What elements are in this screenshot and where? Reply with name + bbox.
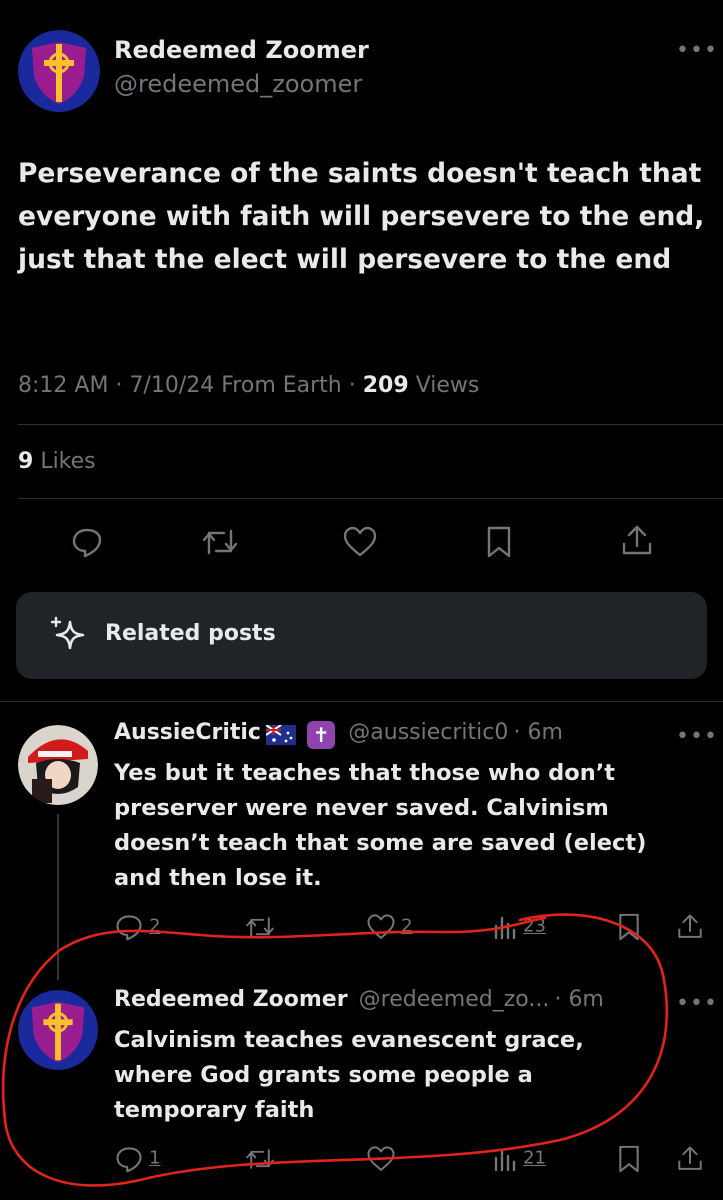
views-bar-icon — [494, 916, 516, 940]
reply-bookmark-button[interactable] — [616, 912, 642, 946]
divider — [18, 498, 723, 499]
thread-line — [57, 814, 59, 980]
retweet-icon — [246, 917, 274, 937]
views-count: 21 — [523, 1147, 546, 1169]
views-count: 209 — [362, 373, 409, 398]
divider — [0, 701, 723, 702]
tweet-date: 7/10/24 — [129, 373, 215, 398]
likes-count: 9 — [18, 449, 34, 474]
reply-avatar[interactable] — [18, 990, 98, 1070]
views-label: Views — [415, 373, 480, 398]
reply-time[interactable]: 6m — [527, 720, 562, 745]
retweet-icon — [246, 1149, 274, 1169]
reply-author-handle[interactable]: @redeemed_zo... — [359, 987, 550, 1012]
like-count: 2 — [401, 915, 413, 937]
related-posts-card[interactable]: Related posts — [16, 592, 707, 679]
anime-avatar-icon — [18, 725, 98, 805]
divider — [18, 424, 723, 425]
author-name[interactable]: Redeemed Zoomer — [114, 36, 369, 64]
reply-like-button[interactable] — [366, 1144, 396, 1178]
cross-shield-icon — [18, 990, 98, 1070]
reply-retweet-button[interactable] — [244, 912, 276, 946]
bookmark-icon — [619, 1145, 639, 1173]
author-avatar[interactable] — [18, 30, 100, 112]
tweet-time: 8:12 AM — [18, 373, 109, 398]
tweet-text: Perseverance of the saints doesn't teach… — [18, 158, 705, 275]
views-bar-icon — [494, 1148, 516, 1172]
bookmark-icon[interactable] — [484, 525, 514, 559]
reply-author-handle[interactable]: @aussiecritic0 — [348, 720, 508, 745]
reply-bookmark-button[interactable] — [616, 1144, 642, 1178]
reply-time[interactable]: 6m — [568, 987, 603, 1012]
reply-icon[interactable] — [70, 525, 104, 559]
reply-count: 1 — [149, 1147, 161, 1169]
reply-reply-button[interactable]: 1 — [114, 1144, 161, 1174]
australia-flag-icon — [266, 724, 297, 745]
likes-label: Likes — [40, 449, 96, 474]
reply-share-button[interactable] — [676, 912, 704, 946]
reply-count: 2 — [149, 915, 161, 937]
reply-author-name[interactable]: AussieCritic — [114, 720, 261, 745]
reply-icon — [116, 1147, 142, 1173]
latin-cross-icon: ✝ — [307, 720, 336, 749]
tweet-meta: 8:12 AM · 7/10/24 From Earth · 209 Views — [18, 373, 480, 398]
ellipsis-icon[interactable]: ••• — [676, 724, 718, 749]
likes-link[interactable]: 9 Likes — [18, 449, 96, 474]
bookmark-icon — [619, 913, 639, 941]
share-icon — [678, 914, 702, 938]
tweet-source: From Earth — [221, 373, 342, 398]
reply-text: Calvinism teaches evanescent grace, wher… — [114, 1027, 584, 1123]
reply-icon — [116, 915, 142, 941]
like-icon — [367, 1146, 395, 1171]
reply-retweet-button[interactable] — [244, 1144, 276, 1178]
reply-views-button[interactable]: 23 — [492, 912, 546, 942]
related-posts-label: Related posts — [105, 621, 276, 646]
ellipsis-icon[interactable]: ••• — [676, 991, 718, 1016]
sparkle-icon — [50, 616, 85, 650]
reply-views-button[interactable]: 21 — [492, 1144, 546, 1174]
reply-author-name[interactable]: Redeemed Zoomer — [114, 987, 348, 1012]
views-count: 23 — [523, 915, 546, 937]
reply-avatar[interactable] — [18, 725, 98, 805]
reply-reply-button[interactable]: 2 — [114, 912, 161, 942]
share-icon[interactable] — [620, 524, 654, 558]
like-icon — [367, 914, 395, 939]
reply-like-button[interactable]: 2 — [366, 912, 413, 942]
retweet-icon[interactable] — [200, 525, 240, 559]
ellipsis-icon[interactable]: ••• — [676, 38, 718, 63]
cross-shield-icon — [18, 30, 100, 112]
share-icon — [678, 1146, 702, 1170]
author-handle[interactable]: @redeemed_zoomer — [114, 70, 362, 98]
reply-header: AussieCritic ✝ @aussiecritic0 · 6m — [114, 720, 563, 749]
reply-header: Redeemed Zoomer @redeemed_zo... · 6m — [114, 987, 604, 1012]
reply-share-button[interactable] — [676, 1144, 704, 1178]
like-icon[interactable] — [342, 525, 378, 559]
reply-text: Yes but it teaches that those who don’t … — [114, 760, 647, 891]
